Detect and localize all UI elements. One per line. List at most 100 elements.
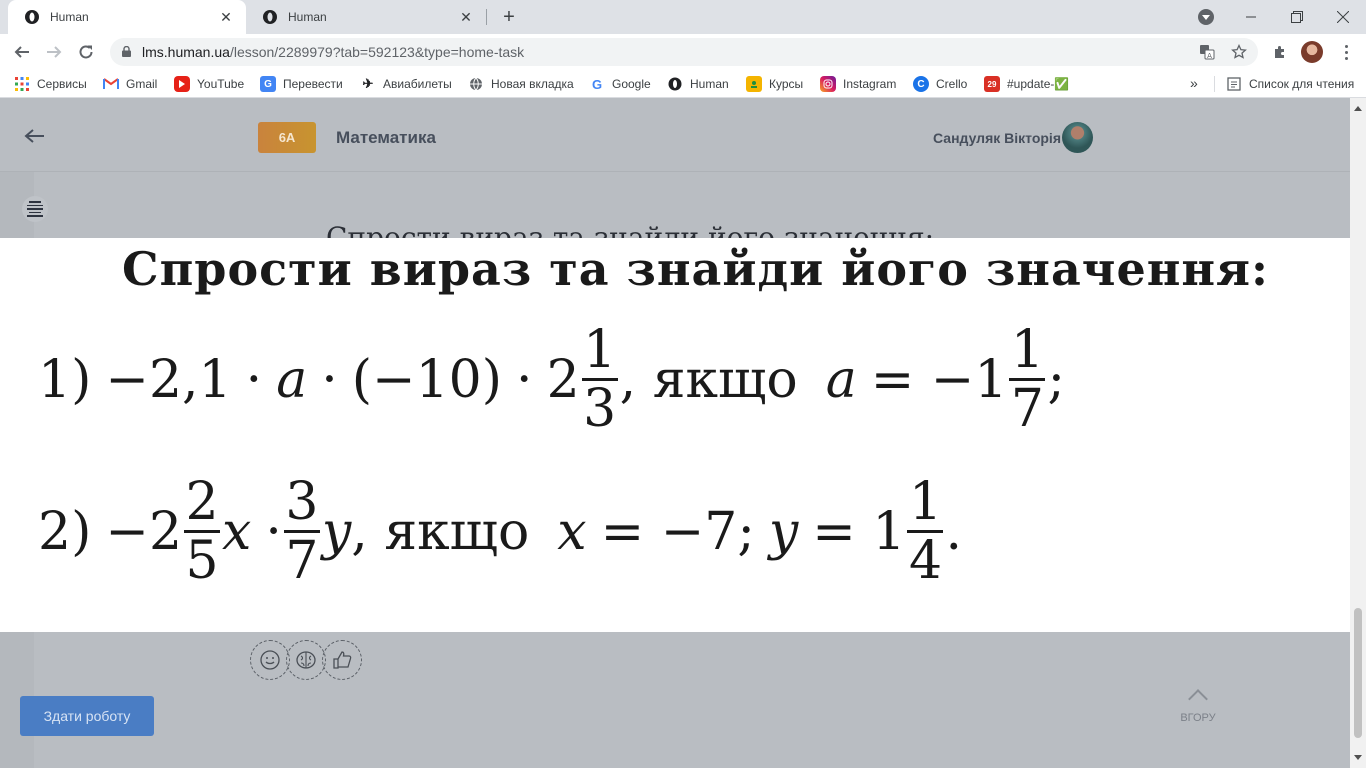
tab-close-icon[interactable]: ✕ bbox=[458, 9, 474, 25]
bookmark-label: Human bbox=[690, 77, 729, 91]
minimize-icon[interactable] bbox=[1228, 0, 1274, 34]
scroll-up-arrow-icon[interactable] bbox=[1354, 106, 1362, 111]
student-avatar[interactable] bbox=[1062, 122, 1093, 153]
variable-y: y bbox=[768, 501, 799, 562]
page-scrollbar[interactable] bbox=[1350, 98, 1366, 768]
condition-word: , якщо bbox=[351, 501, 530, 562]
reading-list[interactable]: Список для чтения bbox=[1226, 76, 1354, 92]
problem-number: 1) bbox=[38, 349, 92, 410]
problem-1: 1) −2,1 · a · (−10) · 2 1 3 , якщо a = −… bbox=[38, 322, 1065, 437]
profile-avatar[interactable] bbox=[1301, 41, 1323, 63]
coefficient: −2,1 bbox=[105, 349, 232, 410]
bookmarks-overflow-chevron-icon[interactable]: » bbox=[1190, 75, 1198, 91]
lock-icon[interactable] bbox=[122, 46, 131, 57]
numerator: 1 bbox=[908, 472, 943, 532]
condition-word: , якщо bbox=[619, 349, 798, 410]
fraction-one-seventh: 1 7 bbox=[1009, 322, 1046, 439]
fraction-one-third: 1 3 bbox=[581, 322, 618, 437]
subject-title: Математика bbox=[336, 128, 436, 147]
problem-2: 2) −2 2 5 x · 3 7 y , якщо x = −7; y = 1… bbox=[38, 474, 962, 589]
bookmark-google[interactable]: G Google bbox=[589, 76, 651, 92]
tab-search-icon[interactable] bbox=[1198, 9, 1214, 25]
browser-tab-human[interactable]: Human ✕ bbox=[246, 0, 486, 34]
bookmark-services[interactable]: Сервисы bbox=[14, 76, 87, 92]
bookmark-youtube[interactable]: YouTube bbox=[174, 76, 244, 92]
reading-list-icon bbox=[1226, 76, 1242, 92]
denominator: 5 bbox=[185, 531, 219, 591]
task-image[interactable]: Спрости вираз та знайди його значення: 1… bbox=[0, 238, 1350, 632]
url-host: lms.human.ua bbox=[142, 44, 230, 60]
tab-separator bbox=[486, 9, 487, 25]
bookmarks-separator bbox=[1214, 76, 1215, 92]
terminator: ; bbox=[1047, 349, 1065, 410]
forward-arrow-icon[interactable] bbox=[40, 38, 68, 66]
tab-close-icon[interactable]: ✕ bbox=[218, 9, 234, 25]
brain-icon[interactable] bbox=[286, 640, 326, 680]
numerator: 2 bbox=[185, 472, 219, 532]
fraction-three-sevenths: 3 7 bbox=[283, 472, 320, 591]
url-path: /lesson/2289979?tab=592123&type=home-tas… bbox=[229, 44, 525, 60]
human-icon bbox=[667, 76, 683, 92]
classroom-icon bbox=[746, 76, 762, 92]
table-of-contents-icon[interactable] bbox=[22, 196, 48, 222]
new-tab-plus-icon[interactable]: + bbox=[498, 6, 520, 28]
bookmark-update[interactable]: 29 #update-✅ bbox=[984, 76, 1069, 92]
window-close-icon[interactable] bbox=[1320, 0, 1366, 34]
calendar-icon: 29 bbox=[984, 76, 1000, 92]
multiply-dot: · bbox=[321, 349, 338, 410]
fraction-one-quarter: 1 4 bbox=[907, 472, 944, 591]
scrollbar-thumb[interactable] bbox=[1354, 608, 1362, 738]
fraction-two-fifths: 2 5 bbox=[184, 472, 221, 591]
browser-tab-human-active[interactable]: Human ✕ bbox=[8, 0, 246, 34]
bookmark-star-icon[interactable] bbox=[1230, 43, 1248, 61]
bookmark-instagram[interactable]: Instagram bbox=[820, 76, 896, 92]
bookmark-translate[interactable]: G Перевести bbox=[260, 76, 343, 92]
google-icon: G bbox=[591, 76, 603, 92]
numerator: 3 bbox=[285, 472, 319, 532]
denominator: 7 bbox=[285, 531, 319, 591]
multiply-dot: · bbox=[265, 501, 282, 562]
bookmark-new-tab[interactable]: Новая вкладка bbox=[468, 76, 574, 92]
scroll-to-top-button[interactable]: ВГОРУ bbox=[1176, 684, 1220, 724]
bookmark-flights[interactable]: ✈ Авиабилеты bbox=[360, 76, 452, 92]
chevron-up-icon bbox=[1188, 689, 1208, 709]
extensions-puzzle-icon[interactable] bbox=[1270, 42, 1290, 62]
bookmark-gmail[interactable]: Gmail bbox=[103, 76, 157, 92]
translate-icon[interactable]: A bbox=[1198, 43, 1216, 61]
thumbs-up-icon[interactable] bbox=[322, 640, 362, 680]
tab-strip: Human ✕ Human ✕ + bbox=[0, 0, 1366, 34]
problem-number: 2) bbox=[38, 501, 92, 562]
browser-menu-icon[interactable] bbox=[1336, 42, 1356, 62]
terminator: . bbox=[945, 501, 963, 562]
back-arrow-icon[interactable] bbox=[8, 38, 36, 66]
x-value: = −7; bbox=[600, 501, 755, 562]
emoji-face-icon[interactable] bbox=[250, 640, 290, 680]
svg-text:A: A bbox=[1207, 52, 1212, 60]
human-favicon-icon bbox=[25, 10, 39, 24]
denominator: 7 bbox=[1010, 379, 1045, 439]
multiply-dot: · bbox=[516, 349, 533, 410]
bookmark-label: Авиабилеты bbox=[383, 77, 452, 91]
restore-icon[interactable] bbox=[1274, 0, 1320, 34]
bookmark-human[interactable]: Human bbox=[667, 76, 729, 92]
variable-a: a bbox=[276, 349, 308, 410]
bookmark-courses[interactable]: Курсы bbox=[746, 76, 803, 92]
bookmark-crello[interactable]: C Crello bbox=[913, 76, 967, 92]
scroll-down-arrow-icon[interactable] bbox=[1354, 755, 1362, 760]
bookmark-label: #update-✅ bbox=[1007, 77, 1070, 91]
submit-work-button[interactable]: Здати роботу bbox=[20, 696, 154, 736]
calendar-badge: 29 bbox=[987, 79, 997, 89]
bookmark-label: Google bbox=[612, 77, 651, 91]
multiply-dot: · bbox=[245, 349, 263, 410]
student-name[interactable]: Сандуляк Вікторія bbox=[933, 130, 1061, 146]
url-text[interactable]: lms.human.ua/lesson/2289979?tab=592123&t… bbox=[142, 44, 524, 60]
back-arrow-icon[interactable] bbox=[22, 128, 46, 144]
reload-icon[interactable] bbox=[72, 38, 100, 66]
address-bar[interactable]: lms.human.ua/lesson/2289979?tab=592123&t… bbox=[110, 38, 1258, 66]
y-value: = 1 bbox=[812, 501, 906, 562]
task-heading-behind-overlay: Спрости вираз та знайди його значення: bbox=[326, 221, 935, 238]
bookmark-label: Сервисы bbox=[37, 77, 87, 91]
tab-title: Human bbox=[288, 10, 327, 24]
variable-a: a bbox=[825, 349, 857, 410]
denominator: 4 bbox=[908, 531, 943, 591]
